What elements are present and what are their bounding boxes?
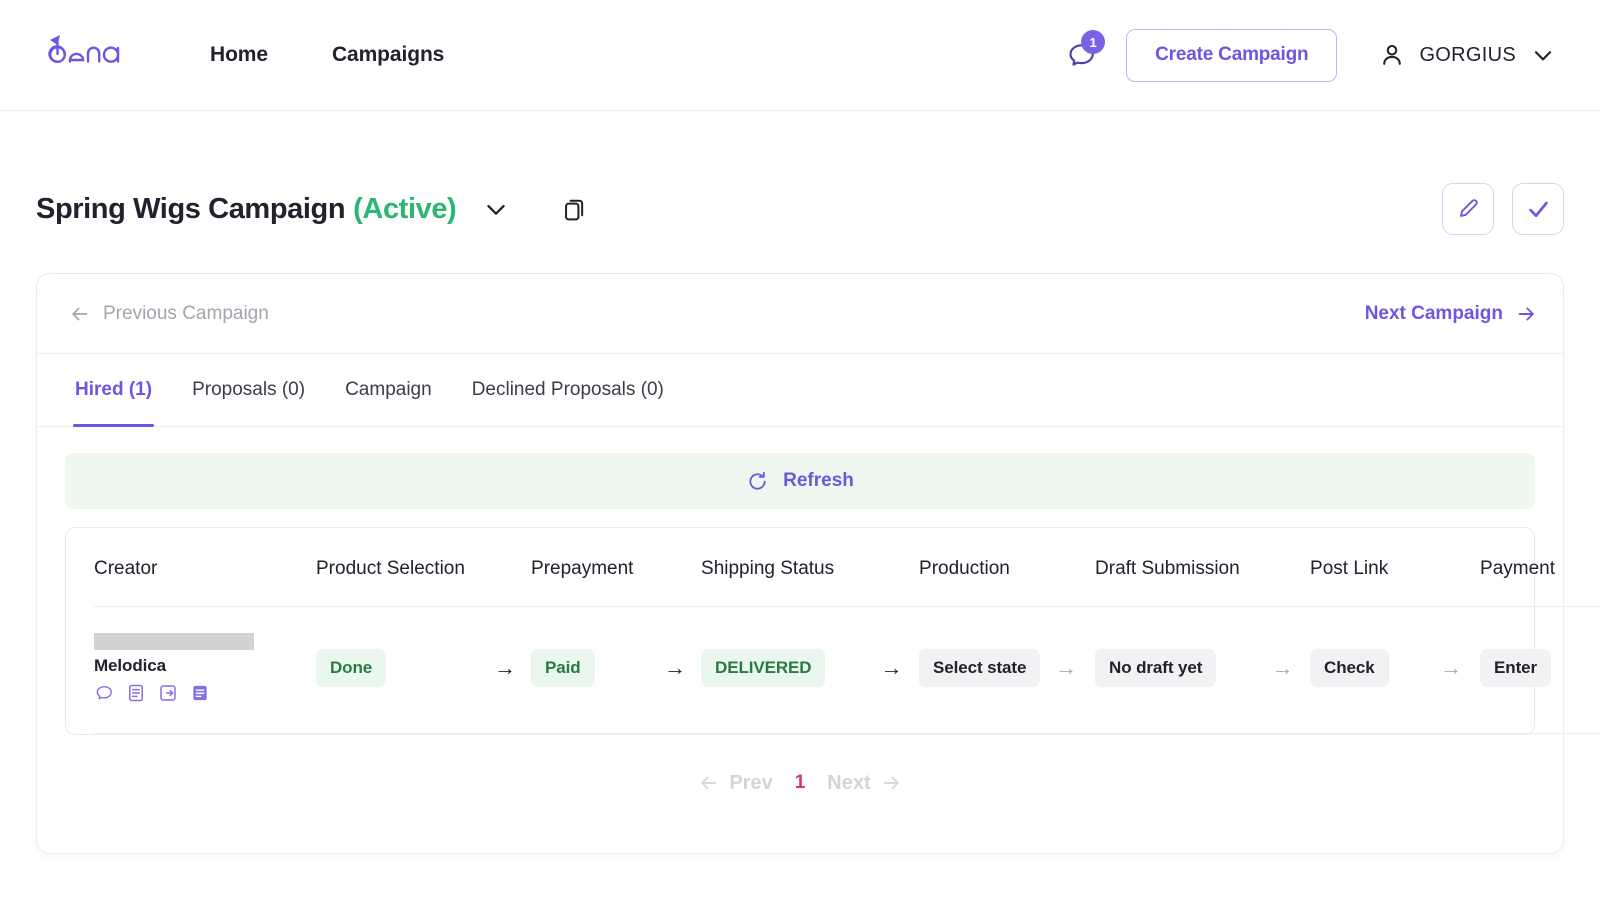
- chat-badge-count: 1: [1081, 30, 1106, 54]
- refresh-button[interactable]: Refresh: [65, 453, 1535, 509]
- payment-enter-button[interactable]: Enter: [1480, 649, 1552, 687]
- person-icon: [1383, 44, 1402, 65]
- nav-item-campaigns[interactable]: Campaigns: [332, 43, 444, 67]
- arrow-payment-to-review: →: [1592, 606, 1600, 734]
- tab-bar: Hired (1) Proposals (0) Campaign Decline…: [37, 354, 1563, 427]
- previous-campaign-label: Previous Campaign: [103, 302, 269, 324]
- tab-campaign[interactable]: Campaign: [343, 354, 434, 426]
- hired-table: Creator Product Selection Prepayment Shi…: [94, 528, 1600, 734]
- user-name-label: GORGIUS: [1419, 43, 1516, 66]
- arrow-right-icon: →: [1271, 654, 1294, 680]
- header-actions: 1 Create Campaign GORGIUS: [1058, 28, 1556, 82]
- chevron-down-icon: [1534, 51, 1552, 61]
- check-icon: [1528, 201, 1548, 217]
- arrow-right-icon: →: [1440, 654, 1463, 680]
- arrow-product-to-prepayment: →: [479, 606, 532, 734]
- campaign-name: Spring Wigs Campaign: [36, 192, 346, 225]
- arrow-right-icon: →: [880, 654, 903, 680]
- pencil-icon: [1460, 199, 1478, 217]
- pagination-next-button[interactable]: Next: [827, 772, 901, 795]
- column-header-payment: Payment: [1480, 528, 1600, 607]
- table-row: Melodica Done → Paid → DELIVERED → Selec…: [94, 606, 1600, 734]
- confirm-campaign-button[interactable]: [1512, 183, 1564, 235]
- tab-hired[interactable]: Hired (1): [73, 354, 155, 427]
- arrow-right-icon: →: [494, 654, 516, 680]
- top-header: Home Campaigns 1 Create Campaign GORGIUS: [0, 0, 1600, 111]
- edit-campaign-button[interactable]: [1442, 183, 1494, 235]
- product-selection-chip[interactable]: Done: [316, 649, 387, 687]
- arrow-left-icon: [72, 307, 88, 320]
- column-header-product-selection: Product Selection: [316, 528, 532, 607]
- document-icon[interactable]: [126, 683, 146, 703]
- cell-prepayment: Paid: [531, 606, 650, 734]
- cell-product-selection: Done: [316, 606, 479, 734]
- column-header-post-link: Post Link: [1310, 528, 1481, 607]
- pagination-page-1[interactable]: 1: [791, 772, 810, 794]
- cell-shipping-status: DELIVERED: [701, 606, 865, 734]
- cell-post-link: Check: [1310, 606, 1423, 734]
- pagination-prev-label: Prev: [729, 771, 773, 794]
- main-nav: Home Campaigns: [210, 43, 444, 67]
- column-header-production: Production: [919, 528, 1096, 607]
- arrow-right-icon: [1518, 307, 1534, 320]
- column-header-prepayment: Prepayment: [531, 528, 702, 607]
- nav-item-home[interactable]: Home: [210, 43, 268, 67]
- arrow-prepayment-to-shipping: →: [649, 606, 702, 734]
- campaign-nav-row: Previous Campaign Next Campaign: [37, 274, 1563, 354]
- page-title: Spring Wigs Campaign (Active): [36, 192, 457, 226]
- page-title-row: Spring Wigs Campaign (Active): [0, 181, 1600, 237]
- chat-button[interactable]: 1: [1058, 30, 1106, 78]
- cell-draft-submission: No draft yet: [1095, 606, 1256, 734]
- column-header-creator: Creator: [94, 528, 316, 607]
- tab-declined-proposals[interactable]: Declined Proposals (0): [470, 354, 666, 426]
- arrow-right-icon: [883, 776, 899, 790]
- production-state-select[interactable]: Select state: [919, 649, 1041, 687]
- arrow-shipping-to-production: →: [864, 606, 920, 734]
- cell-creator: Melodica: [94, 606, 316, 734]
- creator-name: Melodica: [94, 656, 166, 675]
- arrow-right-icon: →: [1055, 654, 1078, 680]
- cell-production: Select state: [919, 606, 1041, 734]
- panel-bottom-spacer: [65, 831, 1535, 853]
- arrow-right-icon: →: [664, 654, 687, 680]
- draft-submission-chip[interactable]: No draft yet: [1095, 649, 1217, 687]
- refresh-icon: [749, 471, 766, 490]
- arrow-postlink-to-payment: →: [1422, 606, 1481, 734]
- hired-panel: Refresh Creator Product Selection Prepay…: [37, 427, 1600, 853]
- next-campaign-link[interactable]: Next Campaign: [1365, 303, 1537, 325]
- arrow-left-icon: [701, 776, 717, 790]
- next-campaign-label: Next Campaign: [1364, 302, 1503, 324]
- tab-proposals[interactable]: Proposals (0): [190, 354, 307, 426]
- chat-icon[interactable]: [94, 683, 114, 703]
- pagination-prev-button[interactable]: Prev: [698, 771, 773, 795]
- previous-campaign-link[interactable]: Previous Campaign: [69, 303, 269, 325]
- pagination-next-label: Next: [827, 771, 871, 794]
- post-link-check-button[interactable]: Check: [1310, 649, 1389, 687]
- pagination: Prev 1 Next: [65, 735, 1535, 831]
- refresh-label: Refresh: [783, 470, 854, 491]
- create-campaign-button[interactable]: Create Campaign: [1126, 28, 1338, 82]
- campaign-status: (Active): [353, 192, 457, 225]
- copy-icon[interactable]: [562, 196, 589, 223]
- export-icon[interactable]: [158, 683, 178, 703]
- campaign-card: Previous Campaign Next Campaign Hired (1…: [36, 273, 1600, 854]
- arrow-draft-to-postlink: →: [1255, 606, 1311, 734]
- shipping-status-chip[interactable]: DELIVERED: [701, 649, 826, 687]
- title-action-buttons: [1442, 183, 1564, 235]
- table-header-row: Creator Product Selection Prepayment Shi…: [94, 528, 1600, 607]
- prepayment-chip[interactable]: Paid: [531, 649, 595, 687]
- creator-redacted-bar: [94, 633, 254, 650]
- creator-action-icons: [94, 683, 316, 703]
- user-menu[interactable]: GORGIUS: [1379, 42, 1556, 68]
- cell-payment: Enter: [1480, 606, 1593, 734]
- hired-table-container: Creator Product Selection Prepayment Shi…: [65, 527, 1600, 735]
- note-icon[interactable]: [190, 683, 210, 703]
- column-header-draft-submission: Draft Submission: [1095, 528, 1311, 607]
- bena-logo[interactable]: [46, 32, 130, 78]
- campaign-switch-chevron-down-icon[interactable]: [482, 195, 510, 223]
- arrow-production-to-draft: →: [1037, 606, 1096, 734]
- column-header-shipping-status: Shipping Status: [701, 528, 920, 607]
